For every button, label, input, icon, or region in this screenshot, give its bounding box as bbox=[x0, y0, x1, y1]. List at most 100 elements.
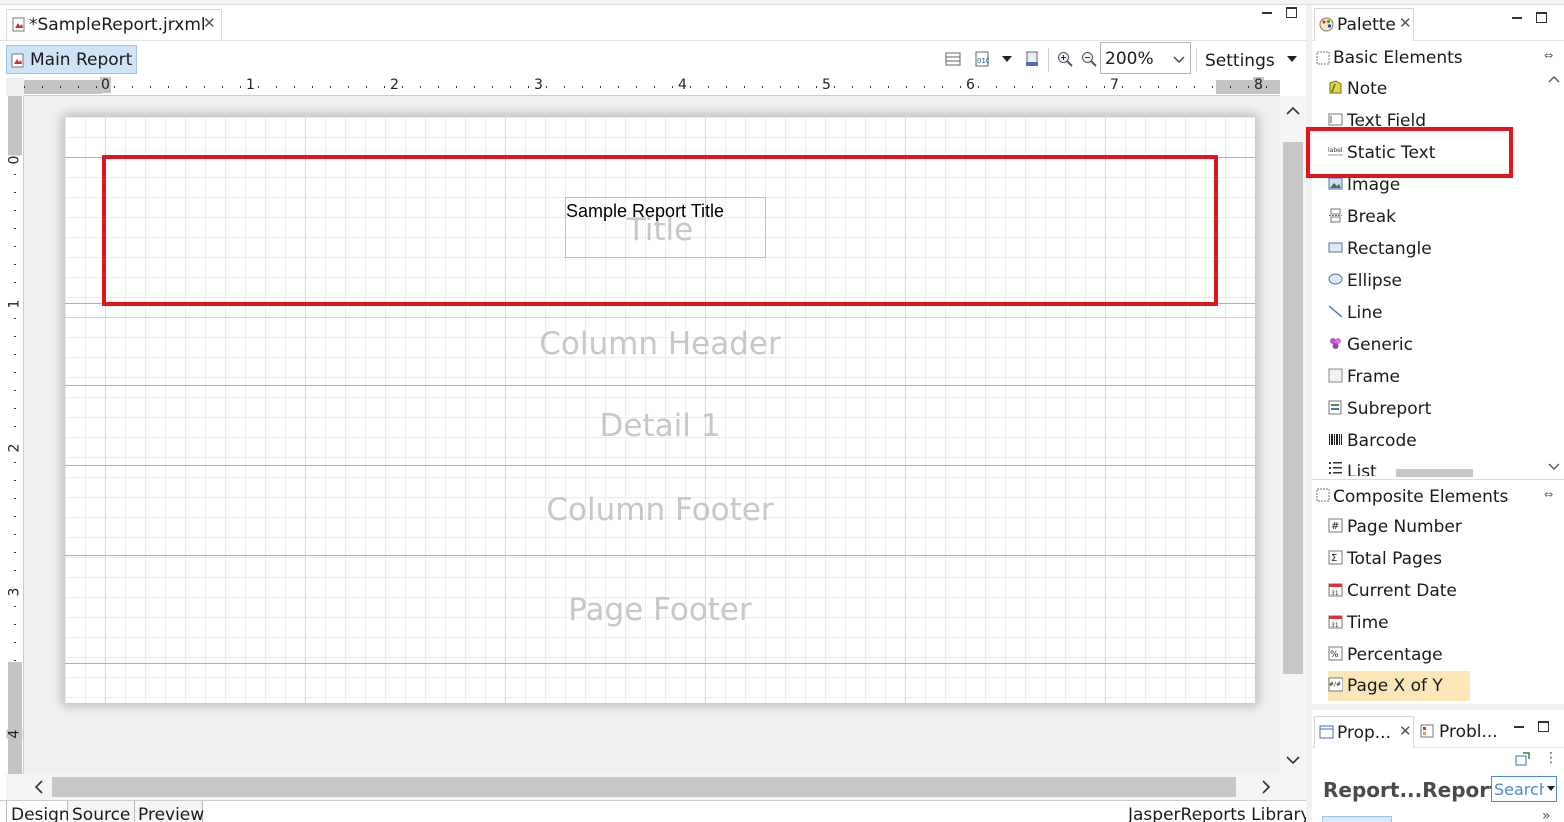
horizontal-scrollbar[interactable] bbox=[6, 774, 1306, 800]
palette-item-line[interactable]: Line bbox=[1328, 298, 1528, 328]
composite-elements-header[interactable]: Composite Elements ⇔ bbox=[1312, 479, 1564, 509]
scroll-up-icon[interactable] bbox=[1548, 75, 1560, 83]
zoom-in-icon[interactable] bbox=[1057, 51, 1073, 67]
vertical-scrollbar[interactable] bbox=[1280, 96, 1306, 774]
collapse-icon[interactable]: ⇔ bbox=[1544, 488, 1553, 501]
ruler-margin-bottom bbox=[8, 662, 22, 774]
report-icon bbox=[11, 53, 24, 68]
palette-item-note[interactable]: Note bbox=[1328, 74, 1528, 104]
maximize-icon[interactable] bbox=[1538, 721, 1549, 732]
chevron-down-icon[interactable] bbox=[1286, 55, 1298, 63]
ruler-label: 4 bbox=[6, 729, 23, 739]
report-file-icon bbox=[12, 17, 25, 32]
chevron-down-icon[interactable] bbox=[1001, 55, 1013, 63]
ruler-label: 1 bbox=[6, 299, 23, 309]
palette-item-page-x-of-y[interactable]: #/# Page X of Y bbox=[1328, 671, 1470, 701]
editor-bottom-tabs: Design Source Preview JasperReports Libr… bbox=[0, 800, 1311, 822]
band-layout-icon[interactable] bbox=[945, 52, 961, 66]
minimize-icon[interactable] bbox=[1514, 726, 1524, 728]
minimize-icon[interactable] bbox=[1512, 17, 1522, 19]
collapse-icon[interactable]: ⇔ bbox=[1544, 49, 1553, 62]
scroll-right-icon[interactable] bbox=[1262, 780, 1271, 794]
page-footer-band-label: Page Footer bbox=[568, 592, 752, 628]
toolbar-separator bbox=[1048, 48, 1049, 72]
ruler-label: 2 bbox=[6, 443, 23, 453]
pin-icon[interactable] bbox=[1515, 752, 1530, 766]
horizontal-scroll-thumb[interactable] bbox=[52, 777, 1236, 797]
main-report-button[interactable]: Main Report bbox=[6, 45, 137, 74]
scroll-up-icon[interactable] bbox=[1286, 106, 1300, 115]
zoom-select[interactable]: 200% bbox=[1100, 42, 1191, 74]
image-icon bbox=[1328, 177, 1343, 190]
maximize-icon[interactable] bbox=[1286, 7, 1297, 18]
note-icon bbox=[1329, 80, 1342, 94]
tab-properties[interactable]: Prop... ✕ bbox=[1314, 716, 1414, 748]
editor-tab[interactable]: *SampleReport.jrxml ✕ bbox=[6, 9, 222, 40]
ruler-ticks bbox=[14, 156, 16, 662]
band-separator bbox=[65, 465, 1255, 466]
properties-search-input[interactable]: Search bbox=[1491, 776, 1557, 802]
close-palette-icon[interactable]: ✕ bbox=[1399, 14, 1412, 32]
band-separator bbox=[65, 555, 1255, 556]
palette-item-break[interactable]: Break bbox=[1328, 202, 1528, 232]
ruler-label: 2 bbox=[389, 77, 400, 93]
vertical-scroll-thumb[interactable] bbox=[1283, 142, 1303, 674]
palette-item-generic[interactable]: Generic bbox=[1328, 330, 1528, 360]
palette-item-total-pages[interactable]: Σ Total Pages bbox=[1328, 544, 1528, 574]
palette-tab[interactable]: Palette ✕ bbox=[1314, 8, 1414, 41]
frame-icon bbox=[1328, 368, 1343, 383]
properties-tab-bar: Prop... ✕ Probl... bbox=[1312, 714, 1564, 748]
close-properties-icon[interactable]: ✕ bbox=[1399, 722, 1412, 740]
maximize-icon[interactable] bbox=[1536, 12, 1547, 23]
settings-button[interactable]: Settings bbox=[1205, 51, 1275, 71]
tab-preview[interactable]: Preview bbox=[135, 801, 204, 822]
ruler-label: 0 bbox=[6, 155, 23, 165]
palette-scrollbar[interactable] bbox=[1544, 73, 1564, 477]
scroll-left-icon[interactable] bbox=[34, 780, 43, 794]
chevron-down-icon bbox=[1547, 786, 1555, 791]
minimize-icon[interactable] bbox=[1262, 12, 1272, 14]
page-x-of-y-icon: #/# bbox=[1328, 677, 1343, 692]
palette-hscroll-thumb[interactable] bbox=[1396, 469, 1473, 477]
view-menu-icon[interactable]: ⋮ bbox=[1544, 750, 1558, 766]
zoom-out-icon[interactable] bbox=[1081, 51, 1097, 67]
close-tab-icon[interactable]: ✕ bbox=[203, 14, 216, 32]
palette-item-barcode[interactable]: Barcode bbox=[1328, 426, 1528, 456]
tab-design[interactable]: Design bbox=[6, 801, 70, 822]
palette-item-subreport[interactable]: Subreport bbox=[1328, 394, 1528, 424]
palette-item-percentage[interactable]: % Percentage bbox=[1328, 640, 1528, 670]
palette-item-ellipse[interactable]: Ellipse bbox=[1328, 266, 1528, 296]
palette-item-list[interactable]: List bbox=[1328, 456, 1396, 476]
group-icon bbox=[1316, 51, 1330, 65]
palette-item-current-date[interactable]: 31 Current Date bbox=[1328, 576, 1528, 606]
ruler-label: 0 bbox=[100, 77, 111, 93]
palette-item-time[interactable]: 31 Time bbox=[1328, 608, 1528, 638]
toolbar-separator bbox=[1196, 48, 1197, 72]
export-icon[interactable] bbox=[1025, 51, 1039, 67]
properties-section-tab[interactable] bbox=[1322, 816, 1392, 822]
text-field-icon bbox=[1328, 113, 1343, 126]
palette-item-frame[interactable]: Frame bbox=[1328, 362, 1528, 392]
subreport-icon bbox=[1328, 400, 1342, 415]
binary-icon[interactable]: 010 bbox=[975, 51, 989, 67]
scroll-down-icon[interactable] bbox=[1548, 463, 1560, 471]
tab-source[interactable]: Source bbox=[68, 801, 135, 822]
svg-text:Σ: Σ bbox=[1331, 553, 1337, 564]
line-icon bbox=[1328, 305, 1343, 318]
more-tabs-icon[interactable]: » bbox=[1542, 808, 1551, 822]
palette-item-rectangle[interactable]: Rectangle bbox=[1328, 234, 1528, 264]
svg-text:#/#: #/# bbox=[1329, 681, 1341, 688]
barcode-icon bbox=[1329, 434, 1342, 445]
basic-elements-header[interactable]: Basic Elements ⇔ bbox=[1312, 44, 1564, 72]
ruler-label: 5 bbox=[821, 77, 832, 93]
problems-icon bbox=[1420, 724, 1434, 738]
palette-title: Palette bbox=[1337, 15, 1396, 35]
basic-elements-label: Basic Elements bbox=[1333, 48, 1463, 68]
title-band-highlight bbox=[102, 155, 1218, 306]
svg-text:31: 31 bbox=[1331, 622, 1339, 629]
properties-heading: Report...Report bbox=[1323, 778, 1499, 802]
tab-problems[interactable]: Probl... bbox=[1418, 716, 1508, 748]
properties-panel: Prop... ✕ Probl... ⋮ Report...Report Sea… bbox=[1312, 704, 1564, 822]
scroll-down-icon[interactable] bbox=[1286, 756, 1300, 765]
palette-item-page-number[interactable]: # Page Number bbox=[1328, 512, 1528, 542]
